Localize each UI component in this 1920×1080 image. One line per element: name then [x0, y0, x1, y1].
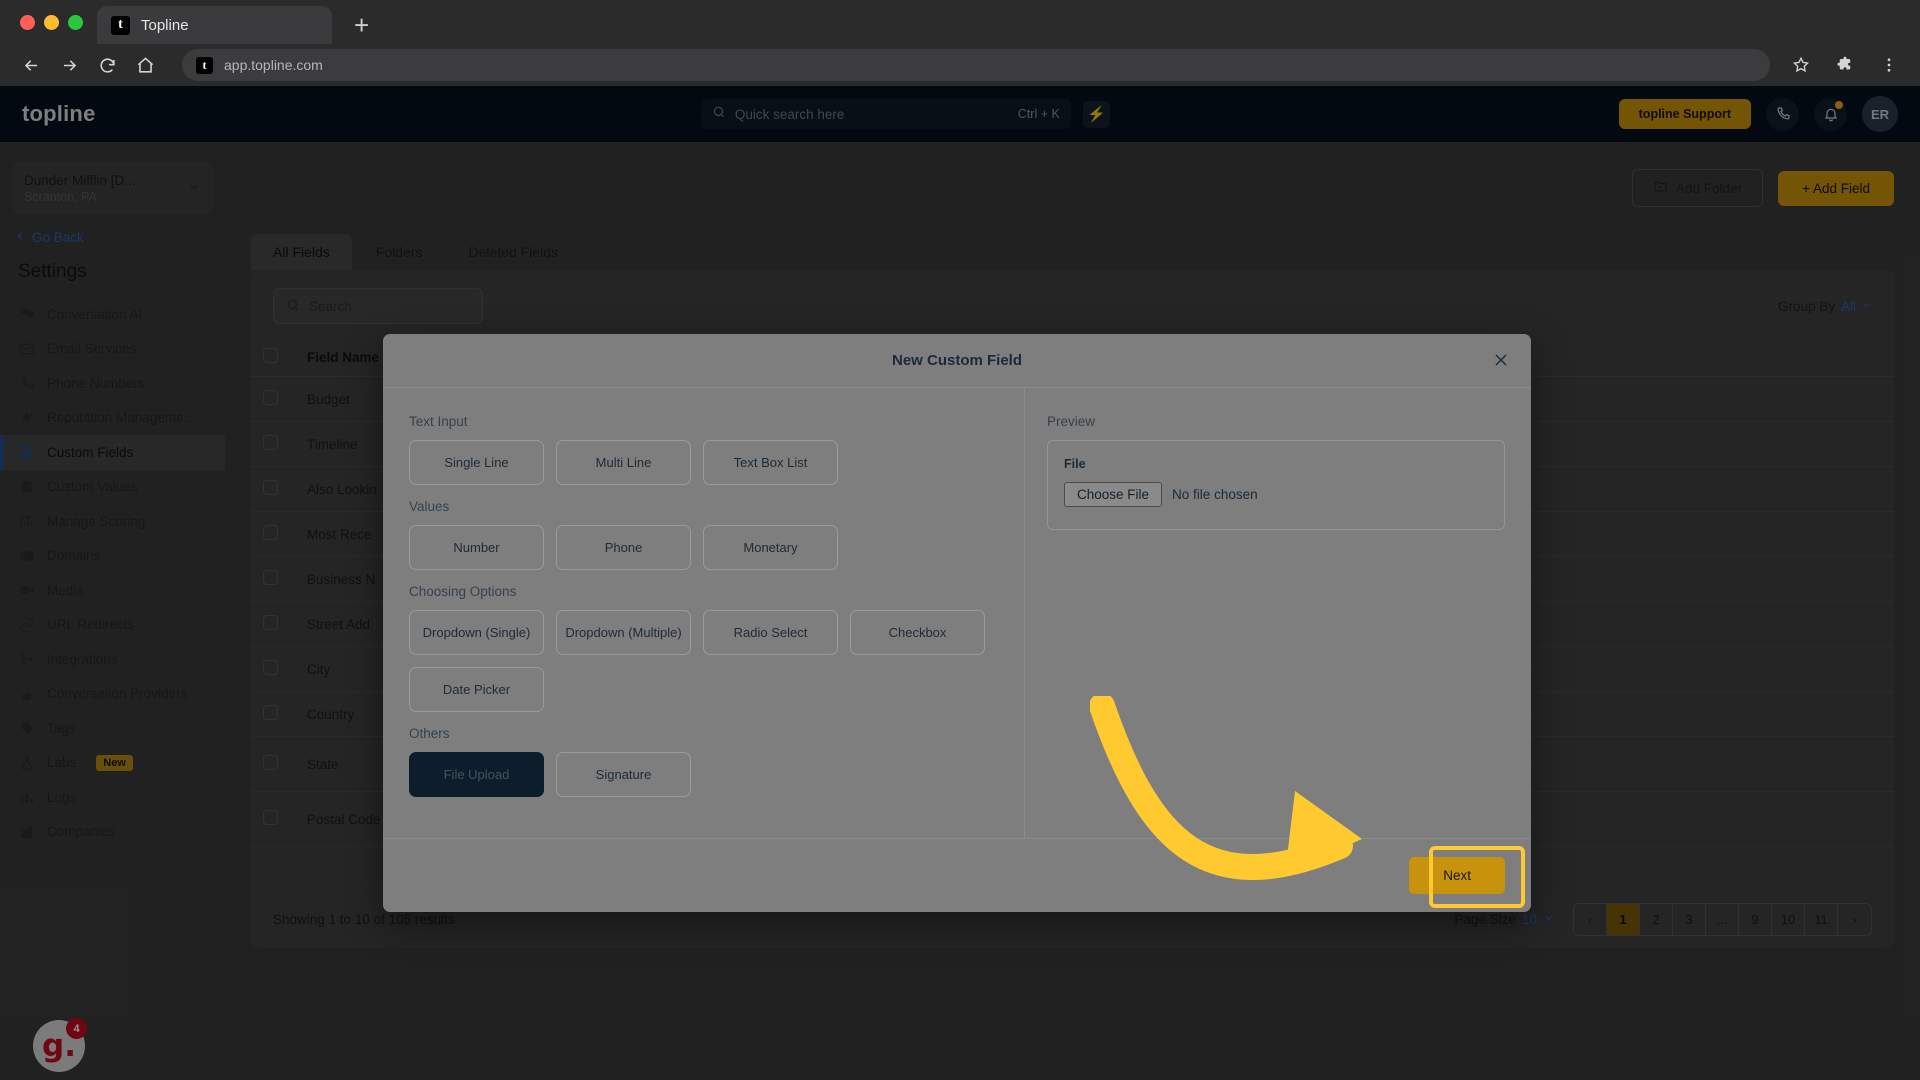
field-type-grid: File Upload Signature — [409, 752, 998, 797]
preview-card: File Choose File No file chosen — [1047, 440, 1505, 530]
no-file-chosen-text: No file chosen — [1172, 487, 1258, 502]
address-bar-url: app.topline.com — [224, 57, 323, 73]
next-button-highlight — [1429, 846, 1525, 908]
field-type-date-picker[interactable]: Date Picker — [409, 667, 544, 712]
field-type-monetary[interactable]: Monetary — [703, 525, 838, 570]
site-favicon-icon: t — [196, 56, 213, 74]
field-type-signature[interactable]: Signature — [556, 752, 691, 797]
field-group-label: Others — [409, 726, 450, 741]
preview-field-label: File — [1064, 457, 1086, 471]
close-window-button[interactable] — [20, 14, 35, 30]
window-traffic-lights[interactable] — [12, 0, 97, 44]
field-type-phone[interactable]: Phone — [556, 525, 691, 570]
field-type-grid: Single Line Multi Line Text Box List — [409, 440, 998, 485]
field-group-label: Text Input — [409, 414, 468, 429]
field-type-selector: Text Input Single Line Multi Line Text Box … — [383, 388, 1025, 838]
preview-section-label: Preview — [1047, 414, 1096, 429]
back-icon[interactable] — [14, 48, 48, 82]
reload-icon[interactable] — [90, 48, 124, 82]
forward-icon[interactable] — [52, 48, 86, 82]
modal-header: New Custom Field — [383, 334, 1531, 388]
new-tab-button[interactable]: + — [354, 12, 369, 44]
field-group-label: Choosing Options — [409, 584, 517, 599]
address-bar[interactable]: t app.topline.com — [182, 49, 1770, 81]
choose-file-button[interactable]: Choose File — [1064, 482, 1163, 507]
maximize-window-button[interactable] — [68, 14, 83, 30]
field-type-dropdown-single[interactable]: Dropdown (Single) — [409, 610, 544, 655]
browser-menu-icon[interactable] — [1872, 48, 1906, 82]
field-type-text-box-list[interactable]: Text Box List — [703, 440, 838, 485]
toolbar-actions — [1784, 48, 1906, 82]
tab-strip: t Topline + — [0, 0, 1920, 44]
field-type-multi-line[interactable]: Multi Line — [556, 440, 691, 485]
field-type-grid: Number Phone Monetary — [409, 525, 998, 570]
minimize-window-button[interactable] — [44, 14, 59, 30]
field-type-dropdown-multiple[interactable]: Dropdown (Multiple) — [556, 610, 691, 655]
extensions-icon[interactable] — [1828, 48, 1862, 82]
browser-toolbar: t app.topline.com — [0, 44, 1920, 86]
file-input-row[interactable]: Choose File No file chosen — [1064, 482, 1488, 507]
field-type-radio-select[interactable]: Radio Select — [703, 610, 838, 655]
browser-tab[interactable]: t Topline — [97, 6, 332, 44]
field-group-label: Values — [409, 499, 450, 514]
home-icon[interactable] — [128, 48, 162, 82]
modal-footer: Next — [383, 838, 1531, 912]
tab-favicon-icon: t — [111, 15, 130, 35]
field-type-checkbox[interactable]: Checkbox — [850, 610, 985, 655]
modal-body: Text Input Single Line Multi Line Text Box … — [383, 388, 1531, 838]
field-type-single-line[interactable]: Single Line — [409, 440, 544, 485]
modal-title: New Custom Field — [891, 352, 1022, 369]
field-type-number[interactable]: Number — [409, 525, 544, 570]
bookmark-star-icon[interactable] — [1784, 48, 1818, 82]
browser-chrome: t Topline + t app.topline.com — [0, 0, 1920, 86]
application-window: topline Quick search here Ctrl + K ⚡ top… — [0, 86, 1920, 1080]
field-type-grid: Dropdown (Single) Dropdown (Multiple) Radi… — [409, 610, 998, 712]
field-type-file-upload[interactable]: File Upload — [409, 752, 544, 797]
close-icon[interactable] — [1491, 350, 1511, 374]
tab-title: Topline — [141, 16, 189, 34]
new-custom-field-modal: New Custom Field Text Input Single Line Mu… — [383, 334, 1531, 912]
preview-pane: Preview File Choose File No file chosen — [1025, 388, 1531, 838]
